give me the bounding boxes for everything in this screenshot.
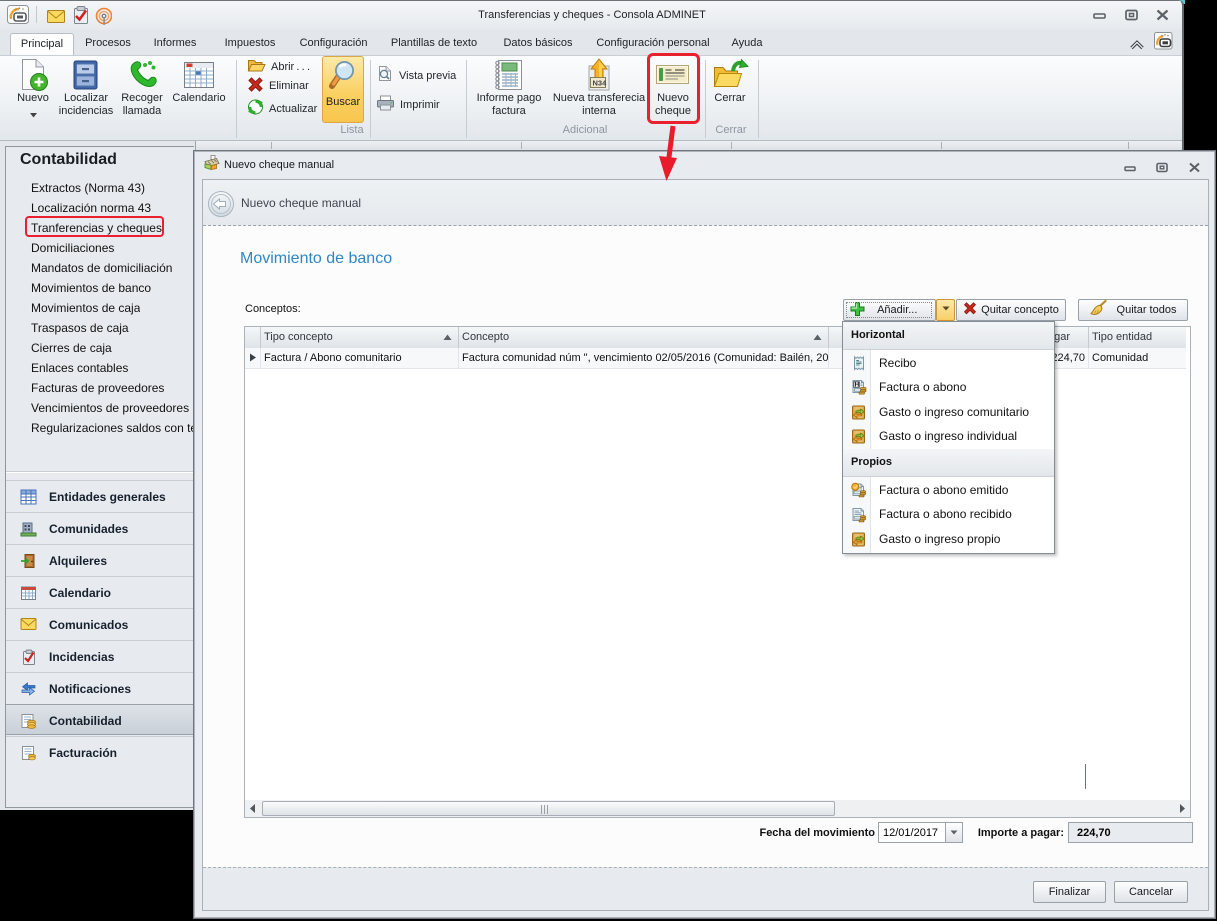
svg-text:N34: N34 [593, 79, 608, 88]
svg-text:H: H [855, 382, 860, 389]
